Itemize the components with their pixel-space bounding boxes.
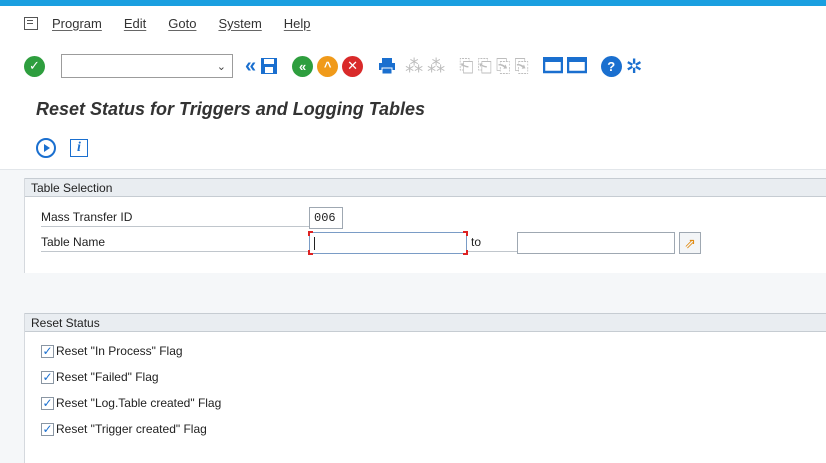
flag-in-process-row[interactable]: ✓ Reset "In Process" Flag	[41, 344, 183, 358]
execute-icon[interactable]	[36, 137, 56, 158]
flag-trigger-checkbox[interactable]: ✓	[41, 422, 54, 436]
flag-in-process-label: Reset "In Process" Flag	[56, 344, 183, 358]
print-icon[interactable]	[377, 56, 397, 76]
table-name-from-field[interactable]	[308, 231, 468, 255]
find-icon[interactable]: ⁂	[405, 57, 423, 75]
menu-exit-icon[interactable]	[24, 16, 38, 30]
enter-icon[interactable]: ✓	[24, 55, 45, 77]
text-cursor	[314, 236, 315, 250]
first-page-icon[interactable]: ⎗	[459, 57, 473, 75]
menu-help[interactable]: Help	[284, 16, 311, 31]
reset-status-header: Reset Status	[25, 313, 826, 332]
mass-transfer-field[interactable]: 006	[309, 207, 343, 229]
command-field[interactable]: ⌄	[61, 54, 233, 78]
flag-log-table-label: Reset "Log.Table created" Flag	[56, 396, 222, 410]
table-selection-group: Table Selection Mass Transfer ID 006 Tab…	[24, 178, 826, 273]
flag-log-table-row[interactable]: ✓ Reset "Log.Table created" Flag	[41, 396, 221, 410]
flag-log-table-checkbox[interactable]: ✓	[41, 396, 54, 410]
menu-program[interactable]: Program	[52, 16, 102, 31]
multiple-selection-icon[interactable]: ⇗	[679, 232, 701, 254]
create-session-icon[interactable]	[542, 57, 563, 75]
page-title: Reset Status for Triggers and Logging Ta…	[36, 98, 426, 119]
cancel-icon[interactable]: ✕	[342, 55, 364, 77]
chevron-down-icon[interactable]: ⌄	[217, 60, 226, 73]
table-name-label: Table Name	[41, 235, 309, 252]
flag-in-process-checkbox[interactable]: ✓	[41, 344, 54, 358]
application-toolbar: i	[0, 126, 826, 170]
title-bar: Reset Status for Triggers and Logging Ta…	[0, 92, 826, 126]
information-icon[interactable]: i	[70, 138, 88, 157]
generate-shortcut-icon[interactable]	[566, 57, 587, 75]
previous-page-icon[interactable]: ⎗	[478, 57, 492, 75]
standard-toolbar: ✓ ⌄ « « ^ ✕ ⁂ ⁂ ⎗ ⎗ ⎘ ⎘ ? ✲	[0, 40, 826, 92]
menu-goto[interactable]: Goto	[168, 16, 196, 31]
table-selection-header: Table Selection	[25, 178, 826, 197]
last-page-icon[interactable]: ⎘	[514, 57, 528, 75]
exit-icon[interactable]: ^	[317, 55, 339, 77]
content-area: Table Selection Mass Transfer ID 006 Tab…	[0, 170, 826, 463]
flag-failed-label: Reset "Failed" Flag	[56, 370, 159, 384]
find-next-icon[interactable]: ⁂	[427, 57, 445, 75]
flag-failed-row[interactable]: ✓ Reset "Failed" Flag	[41, 370, 159, 384]
flag-trigger-label: Reset "Trigger created" Flag	[56, 422, 207, 436]
table-name-row: Table Name to ⇗	[41, 231, 701, 255]
reset-status-group: Reset Status ✓ Reset "In Process" Flag ✓…	[24, 313, 826, 463]
flag-failed-checkbox[interactable]: ✓	[41, 370, 54, 384]
customize-icon[interactable]: ✲	[626, 54, 643, 79]
menu-edit[interactable]: Edit	[124, 16, 146, 31]
back-green-icon[interactable]: «	[292, 55, 314, 77]
to-label: to	[467, 235, 517, 252]
help-icon[interactable]: ?	[600, 55, 622, 77]
menu-system[interactable]: System	[218, 16, 261, 31]
menu-bar: Program Edit Goto System Help	[0, 0, 826, 40]
mass-transfer-label: Mass Transfer ID	[41, 210, 309, 227]
save-icon[interactable]	[260, 57, 278, 75]
back-icon[interactable]: «	[245, 56, 256, 76]
mass-transfer-row: Mass Transfer ID 006	[41, 207, 343, 229]
table-name-to-field[interactable]	[517, 232, 675, 254]
flag-trigger-row[interactable]: ✓ Reset "Trigger created" Flag	[41, 422, 207, 436]
next-page-icon[interactable]: ⎘	[496, 57, 510, 75]
